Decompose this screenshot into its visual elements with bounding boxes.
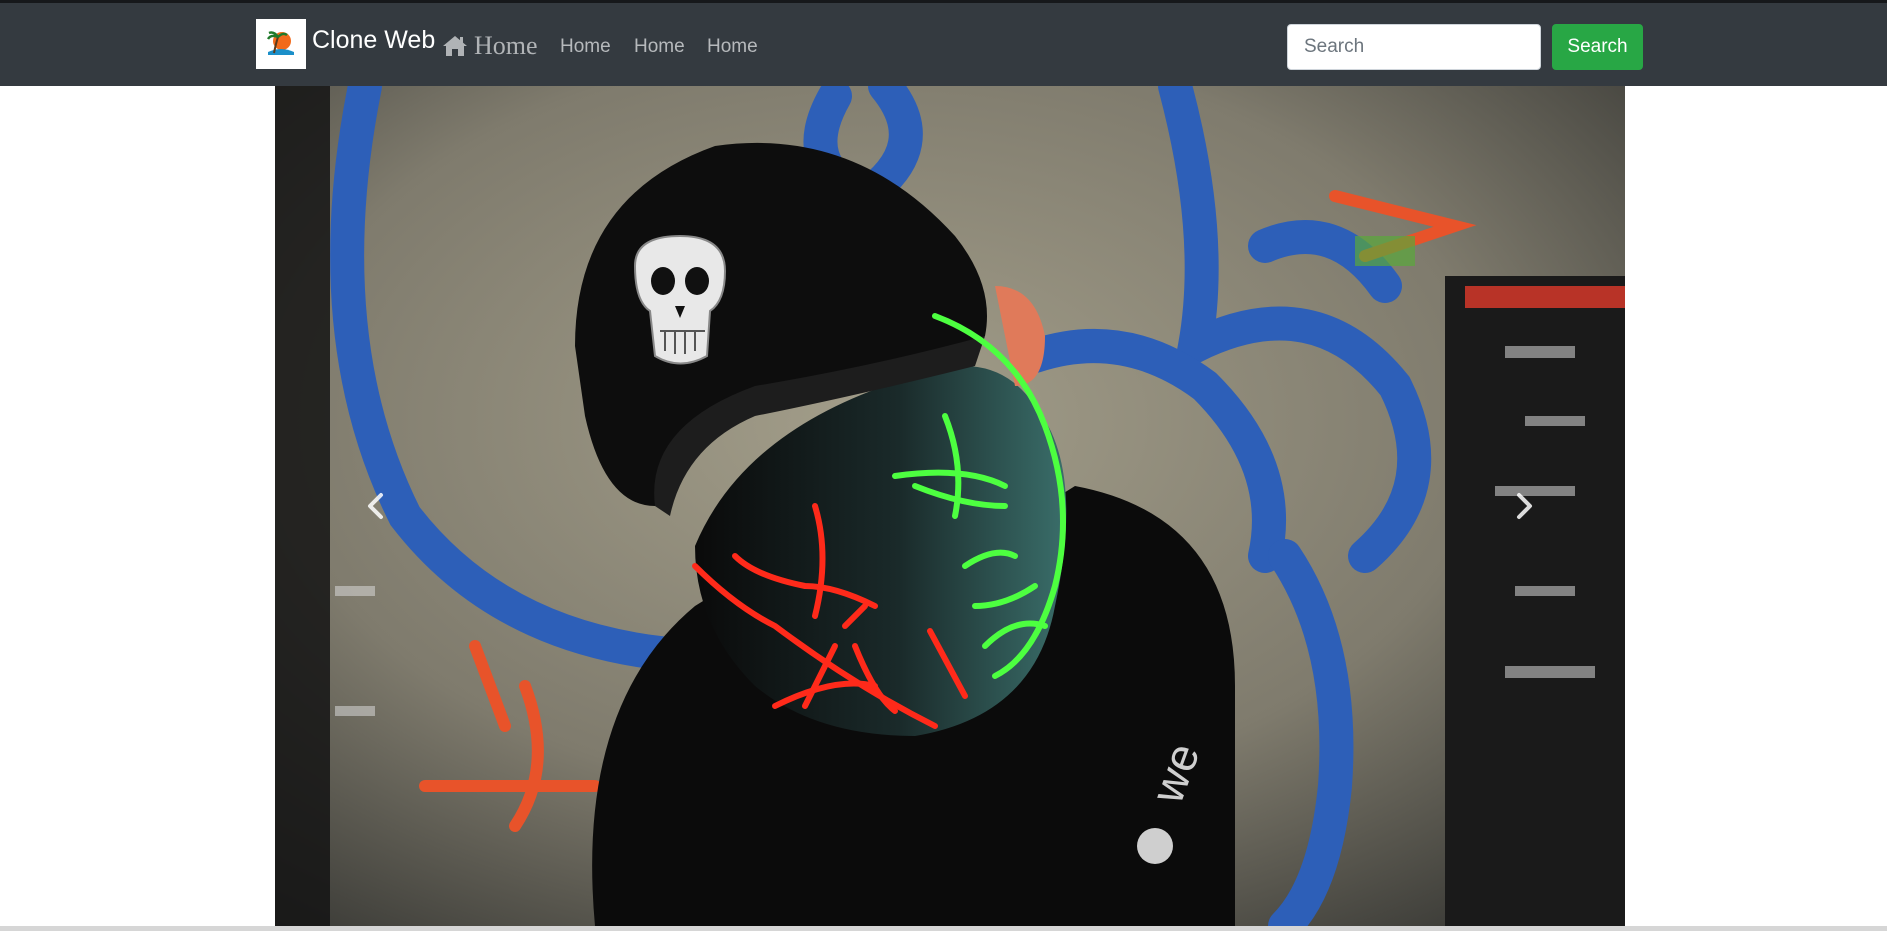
chevron-right-icon <box>1517 493 1532 519</box>
nav-link-home-1[interactable]: Home <box>560 35 611 59</box>
search-button[interactable]: Search <box>1552 24 1643 70</box>
brand-name[interactable]: Clone Web <box>312 25 435 55</box>
carousel-next-button[interactable] <box>1425 86 1625 926</box>
brand-logo[interactable] <box>256 19 306 69</box>
nav-home-main[interactable]: Home <box>442 31 538 61</box>
island-sunset-logo-icon <box>266 31 294 55</box>
navbar: Clone Web Home Home Home Home Search <box>0 3 1887 86</box>
nav-home-main-label: Home <box>474 31 538 60</box>
chevron-left-icon <box>368 493 383 519</box>
nav-link-home-3[interactable]: Home <box>707 35 758 59</box>
image-carousel: we <box>275 86 1625 926</box>
carousel-image: we <box>275 86 1625 926</box>
nav-link-home-2[interactable]: Home <box>634 35 685 59</box>
search-input[interactable] <box>1287 24 1541 70</box>
home-icon <box>443 36 467 56</box>
carousel-prev-button[interactable] <box>275 86 475 926</box>
horizontal-scrollbar[interactable] <box>0 926 1887 931</box>
